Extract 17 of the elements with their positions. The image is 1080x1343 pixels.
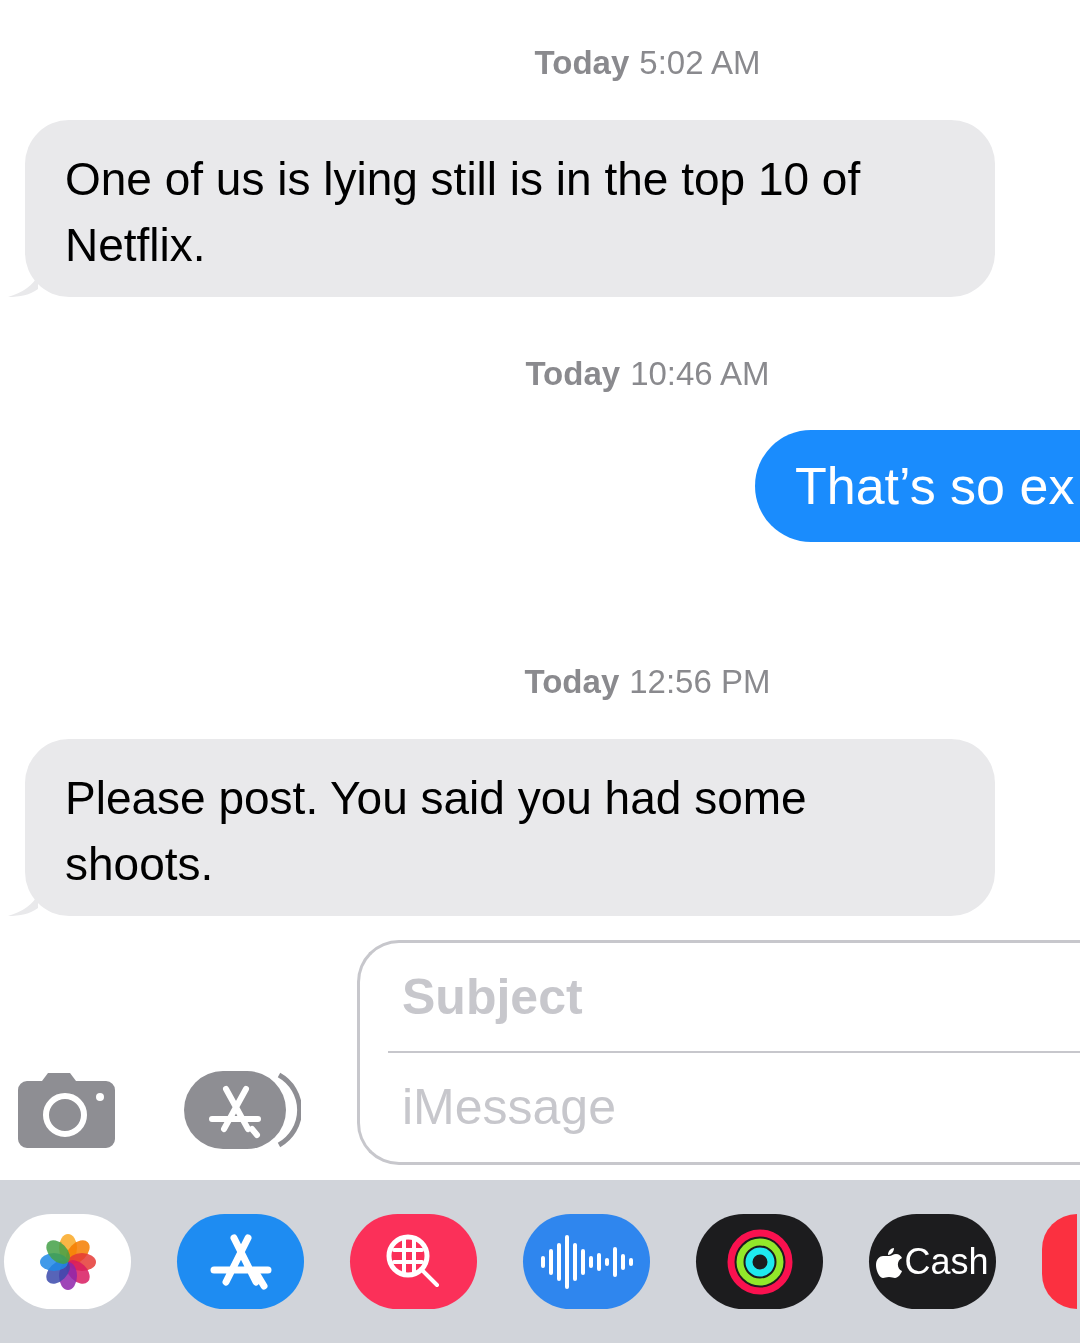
camera-icon[interactable]: [18, 1073, 115, 1148]
timestamp-time: 5:02 AM: [639, 43, 761, 83]
compose-field[interactable]: Subject iMessage: [357, 940, 1080, 1165]
app-store-icon[interactable]: [184, 1071, 301, 1149]
sent-message: That’s so ex: [755, 430, 1080, 542]
received-message: Please post. You said you had some shoots.: [25, 738, 995, 916]
timestamp-day: Today: [525, 348, 621, 398]
received-message: One of us is lying still is in the top 10 of Netflix.: [25, 119, 995, 297]
subject-field[interactable]: Subject: [388, 943, 1080, 1053]
timestamp-time: 10:46 AM: [630, 353, 770, 394]
apple-icon: [876, 1245, 903, 1278]
cash-app-icon[interactable]: Cash: [869, 1214, 996, 1309]
cash-label: Cash: [904, 1239, 989, 1284]
timestamp-day: Today: [524, 657, 620, 707]
message-field[interactable]: iMessage: [388, 1052, 1080, 1162]
timestamp-time: 12:56 PM: [629, 662, 771, 702]
timestamp-day: Today: [534, 38, 630, 88]
